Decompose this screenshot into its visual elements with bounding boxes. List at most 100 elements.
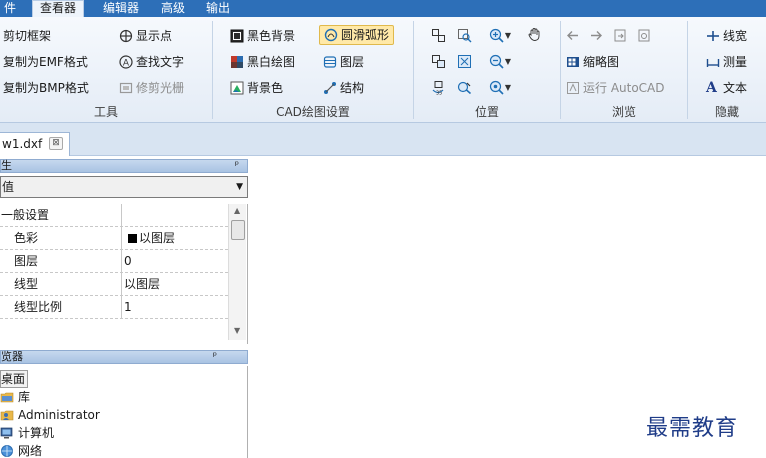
group-label-cad: CAD绘图设置 bbox=[276, 105, 350, 119]
trim-raster-button[interactable]: 修剪光栅 bbox=[119, 78, 184, 98]
black-background-label: 黑色背景 bbox=[247, 29, 296, 43]
crosshair-icon bbox=[119, 29, 133, 43]
open-file-button[interactable] bbox=[611, 26, 629, 44]
move-icon bbox=[431, 54, 445, 68]
zoom-window-button[interactable] bbox=[455, 26, 473, 44]
menu-item-output[interactable]: 输出 bbox=[206, 0, 230, 17]
close-file-button[interactable] bbox=[635, 26, 653, 44]
property-value: 以图层 bbox=[124, 227, 175, 249]
copy-emf-button[interactable]: 复制为EMF格式 bbox=[3, 52, 88, 72]
zoom-window-icon bbox=[457, 28, 471, 42]
property-section-label: 一般设置 bbox=[0, 204, 122, 227]
smooth-arc-button[interactable]: 圆滑弧形 bbox=[319, 25, 395, 45]
document-tab-label: w1.dxf bbox=[2, 137, 43, 151]
menu-item-viewer[interactable]: 查看器 bbox=[32, 0, 85, 18]
zoom-out-button[interactable]: ▼ bbox=[486, 52, 514, 70]
scroll-down-icon[interactable]: ▼ bbox=[234, 326, 240, 335]
property-value: 以图层 bbox=[124, 277, 161, 291]
zoom-out-icon bbox=[489, 54, 504, 69]
property-row[interactable]: 线型比例 1 bbox=[0, 296, 228, 319]
measure-label: 测量 bbox=[723, 55, 748, 69]
black-background-button[interactable]: 黑色背景 bbox=[230, 26, 295, 46]
property-value: 0 bbox=[124, 254, 132, 268]
property-key: 线型 bbox=[0, 273, 122, 296]
chevron-down-icon: ▼ bbox=[236, 182, 243, 192]
network-icon bbox=[0, 444, 14, 458]
zoom-in-button[interactable]: ▼ bbox=[486, 26, 514, 44]
back-button[interactable] bbox=[563, 26, 581, 44]
fit-screen-button[interactable] bbox=[455, 52, 473, 70]
tree-item-administrator[interactable]: Administrator bbox=[0, 406, 100, 424]
tree-item-label: 网络 bbox=[18, 444, 43, 458]
arrow-left-icon bbox=[566, 30, 578, 40]
property-value: 1 bbox=[124, 300, 132, 314]
property-row[interactable]: 图层 0 bbox=[0, 250, 228, 273]
close-icon[interactable]: ⊠ bbox=[49, 137, 63, 150]
line-width-label: 线宽 bbox=[723, 29, 748, 43]
layers-button[interactable]: 图层 bbox=[323, 52, 364, 72]
fit-extents-icon bbox=[431, 28, 445, 42]
svg-text:35: 35 bbox=[436, 90, 442, 95]
move-button[interactable] bbox=[429, 52, 447, 70]
thumbnail-button[interactable]: 缩略图 bbox=[566, 52, 619, 72]
document-tab[interactable]: w1.dxf ⊠ bbox=[0, 132, 70, 156]
rotate-button[interactable]: 35 bbox=[429, 78, 447, 96]
menu-item-editor[interactable]: 编辑器 bbox=[103, 0, 139, 17]
cut-frame-button[interactable]: 剪切框架 bbox=[3, 26, 51, 46]
structure-icon bbox=[323, 81, 337, 95]
fit-extents-button[interactable] bbox=[429, 26, 447, 44]
watermark-text: 最需教育 bbox=[646, 416, 739, 441]
black-white-button[interactable]: 黑白绘图 bbox=[230, 52, 295, 72]
tree-item-label: Administrator bbox=[18, 408, 100, 422]
menu-item-advanced[interactable]: 高级 bbox=[161, 0, 185, 17]
group-label-position: 位置 bbox=[474, 105, 499, 119]
structure-button[interactable]: 结构 bbox=[323, 78, 364, 98]
tree-item-label: 桌面 bbox=[1, 372, 26, 386]
pin-icon[interactable]: ᵖ bbox=[213, 351, 217, 363]
measure-button[interactable]: 测量 bbox=[706, 52, 747, 72]
show-points-label: 显示点 bbox=[136, 29, 173, 43]
zoom-previous-button[interactable] bbox=[455, 78, 473, 96]
layers-label: 图层 bbox=[340, 55, 365, 69]
property-value-text: 以图层 bbox=[139, 231, 176, 245]
tree-item-library[interactable]: 库 bbox=[0, 388, 30, 406]
trim-raster-label: 修剪光栅 bbox=[136, 81, 185, 95]
tree-item-label: 库 bbox=[18, 390, 31, 404]
cut-frame-label: 剪切框架 bbox=[3, 29, 52, 43]
line-width-button[interactable]: 线宽 bbox=[706, 26, 747, 46]
group-label-browse: 浏览 bbox=[611, 105, 636, 119]
browser-panel-title: 览器 bbox=[1, 350, 23, 363]
property-row[interactable]: 线型 以图层 bbox=[0, 273, 228, 296]
hand-icon bbox=[528, 27, 539, 41]
zoom-options-icon bbox=[489, 80, 504, 95]
zoom-options-button[interactable]: ▼ bbox=[486, 78, 514, 96]
pan-button[interactable] bbox=[525, 25, 543, 43]
tree-item-desktop[interactable]: 桌面 bbox=[0, 370, 29, 388]
find-text-label: 查找文字 bbox=[136, 55, 185, 69]
property-scrollbar[interactable]: ▲ ▼ bbox=[228, 204, 246, 340]
copy-bmp-label: 复制为BMP格式 bbox=[3, 81, 89, 95]
zoom-in-icon bbox=[489, 28, 504, 43]
zoom-previous-icon bbox=[457, 81, 471, 94]
scroll-up-icon[interactable]: ▲ bbox=[234, 206, 240, 215]
menu-item-file[interactable]: 件 bbox=[4, 0, 16, 17]
color-swatch bbox=[128, 234, 137, 243]
pin-icon[interactable]: ᵖ bbox=[235, 160, 239, 172]
user-folder-icon bbox=[0, 408, 14, 422]
property-section-general[interactable]: 一般设置 bbox=[0, 204, 228, 227]
scrollbar-thumb[interactable] bbox=[231, 220, 245, 240]
tree-item-network[interactable]: 网络 bbox=[0, 442, 42, 458]
property-key: 色彩 bbox=[0, 227, 122, 250]
show-points-button[interactable]: 显示点 bbox=[119, 26, 172, 46]
background-color-button[interactable]: 背景色 bbox=[230, 78, 283, 98]
find-text-button[interactable]: A 查找文字 bbox=[119, 52, 184, 72]
text-icon: A bbox=[706, 80, 717, 96]
property-row[interactable]: 色彩 以图层 bbox=[0, 227, 228, 250]
object-selector-combo[interactable]: 值 ▼ bbox=[0, 176, 248, 198]
run-autocad-button[interactable]: 运行 AutoCAD bbox=[566, 78, 665, 98]
fit-screen-icon bbox=[457, 54, 471, 68]
copy-bmp-button[interactable]: 复制为BMP格式 bbox=[3, 78, 89, 98]
forward-button[interactable] bbox=[587, 26, 605, 44]
text-button[interactable]: A 文本 bbox=[706, 78, 747, 98]
tree-item-computer[interactable]: 计算机 bbox=[0, 424, 54, 442]
